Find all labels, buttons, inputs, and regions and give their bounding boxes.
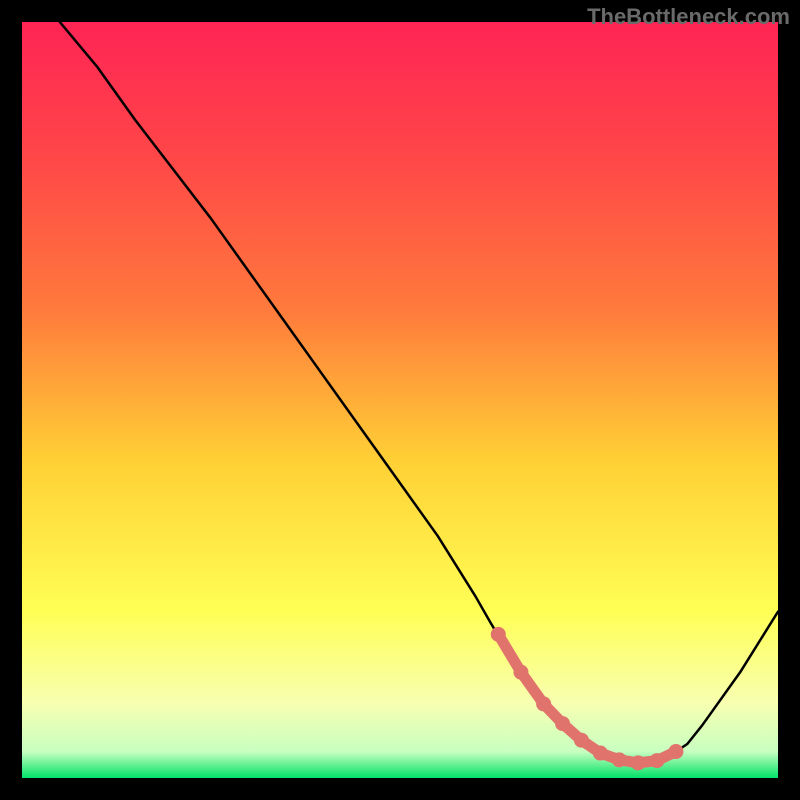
marker-dot <box>650 753 665 768</box>
marker-dot <box>631 755 646 770</box>
marker-dot <box>491 627 506 642</box>
marker-dot <box>513 665 528 680</box>
watermark-text: TheBottleneck.com <box>587 4 790 30</box>
marker-dot <box>536 696 551 711</box>
marker-dot <box>612 752 627 767</box>
chart-svg <box>22 22 778 778</box>
marker-dot <box>574 733 589 748</box>
marker-dot <box>593 746 608 761</box>
marker-dot <box>555 716 570 731</box>
chart-container: TheBottleneck.com <box>0 0 800 800</box>
gradient-background <box>22 22 778 778</box>
plot-area <box>22 22 778 778</box>
marker-dot <box>668 744 683 759</box>
